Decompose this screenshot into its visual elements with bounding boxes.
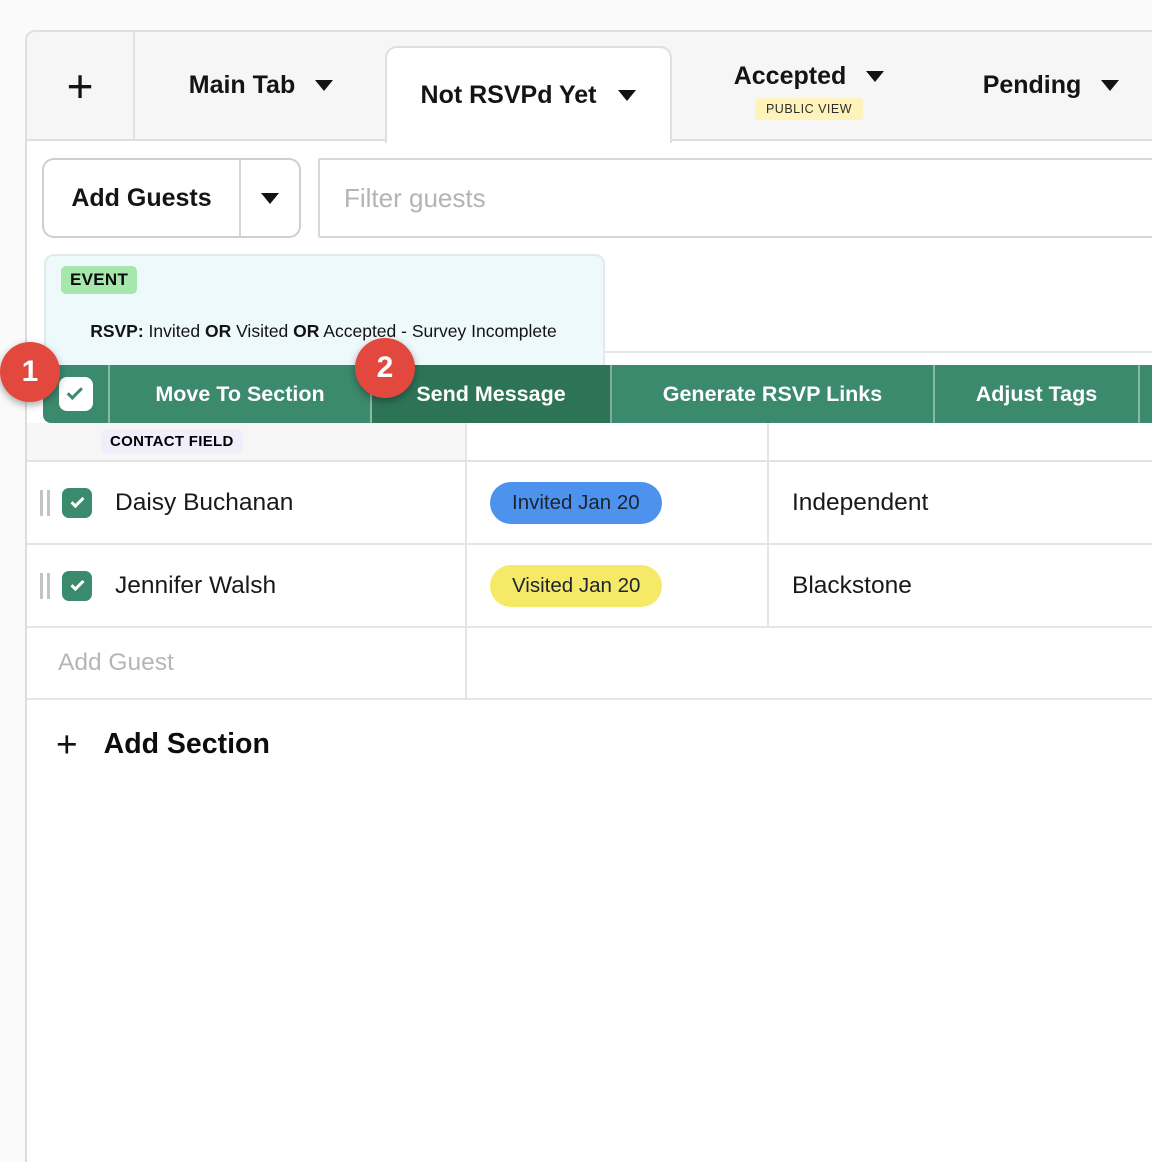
add-guests-label: Add Guests [44,160,239,236]
check-icon [70,494,84,508]
annotation-step-2-badge: 2 [355,338,415,398]
tab-accepted[interactable]: Accepted PUBLIC VIEW [675,37,943,144]
rsvp-status-pill[interactable]: Invited Jan 20 [490,482,662,524]
generate-rsvp-links-button[interactable]: Generate RSVP Links [612,365,935,423]
drag-handle-icon[interactable] [36,569,54,603]
chevron-down-icon[interactable] [618,90,636,101]
guest-list-screen: + Main Tab Accepted PUBLIC VIEW Pending … [0,0,1152,1162]
tab-label: Main Tab [189,71,295,100]
guest-name-cell[interactable]: Jennifer Walsh [115,572,276,600]
button-label: Generate RSVP Links [663,382,882,407]
chevron-down-icon [261,193,279,204]
event-category-badge: EVENT [61,266,137,294]
plus-icon: + [67,59,94,113]
column-divider [465,423,467,700]
add-section-button[interactable]: + Add Section [27,702,527,786]
chevron-down-icon[interactable] [1101,80,1119,91]
filter-guests-input[interactable] [318,158,1152,238]
table-header-row: CONTACT FIELD [27,423,1152,462]
row-checkbox[interactable] [62,571,92,601]
contact-field-cell[interactable]: Independent [792,489,928,517]
add-guests-dropdown[interactable] [241,160,299,236]
check-icon [70,577,84,591]
button-label: Move To Section [155,382,324,407]
tab-label: Pending [983,71,1082,100]
check-icon [67,384,83,400]
guest-name-cell[interactable]: Daisy Buchanan [115,489,293,517]
tab-label: Accepted [734,62,847,91]
button-label: Adjust Tags [976,382,1097,407]
tab-label: Not RSVPd Yet [421,81,597,110]
annotation-step-1-badge: 1 [0,342,60,402]
public-view-badge: PUBLIC VIEW [755,98,863,120]
toolbar-overflow-segment[interactable] [1140,365,1152,423]
tab-pending[interactable]: Pending [945,32,1152,139]
row-checkbox[interactable] [62,488,92,518]
chevron-down-icon[interactable] [315,80,333,91]
contact-field-header-cell: CONTACT FIELD [27,423,465,460]
event-filter-chip[interactable]: EVENT RSVP: Invited OR Visited OR Accept… [44,254,605,377]
add-guests-button[interactable]: Add Guests [42,158,301,238]
guest-row-jennifer-walsh: Jennifer Walsh Visited Jan 20 Blackstone [27,545,1152,628]
panel-left-border [25,139,27,1162]
contact-field-cell[interactable]: Blackstone [792,572,912,600]
tab-main-tab[interactable]: Main Tab [137,32,385,139]
plus-icon: + [56,726,78,763]
select-all-checkbox[interactable] [59,377,93,411]
guest-row-daisy-buchanan: Daisy Buchanan Invited Jan 20 Independen… [27,462,1152,545]
add-section-label: Add Section [104,728,270,761]
filter-rule-text: RSVP: Invited OR Visited OR Accepted - S… [61,300,588,363]
contact-field-column-header[interactable]: CONTACT FIELD [101,429,243,454]
add-guest-row[interactable]: Add Guest [27,628,1152,700]
adjust-tags-button[interactable]: Adjust Tags [935,365,1140,423]
drag-handle-icon[interactable] [36,486,54,520]
bulk-actions-toolbar: Move To Section Send Message Generate RS… [43,365,1152,423]
chevron-down-icon[interactable] [866,71,884,82]
rsvp-status-pill[interactable]: Visited Jan 20 [490,565,662,607]
move-to-section-button[interactable]: Move To Section [110,365,372,423]
add-guest-placeholder: Add Guest [58,649,174,677]
new-tab-button[interactable]: + [27,32,135,139]
button-label: Send Message [416,382,565,407]
tab-not-rsvpd-yet-active[interactable]: Not RSVPd Yet [385,46,672,143]
column-divider [767,423,769,628]
